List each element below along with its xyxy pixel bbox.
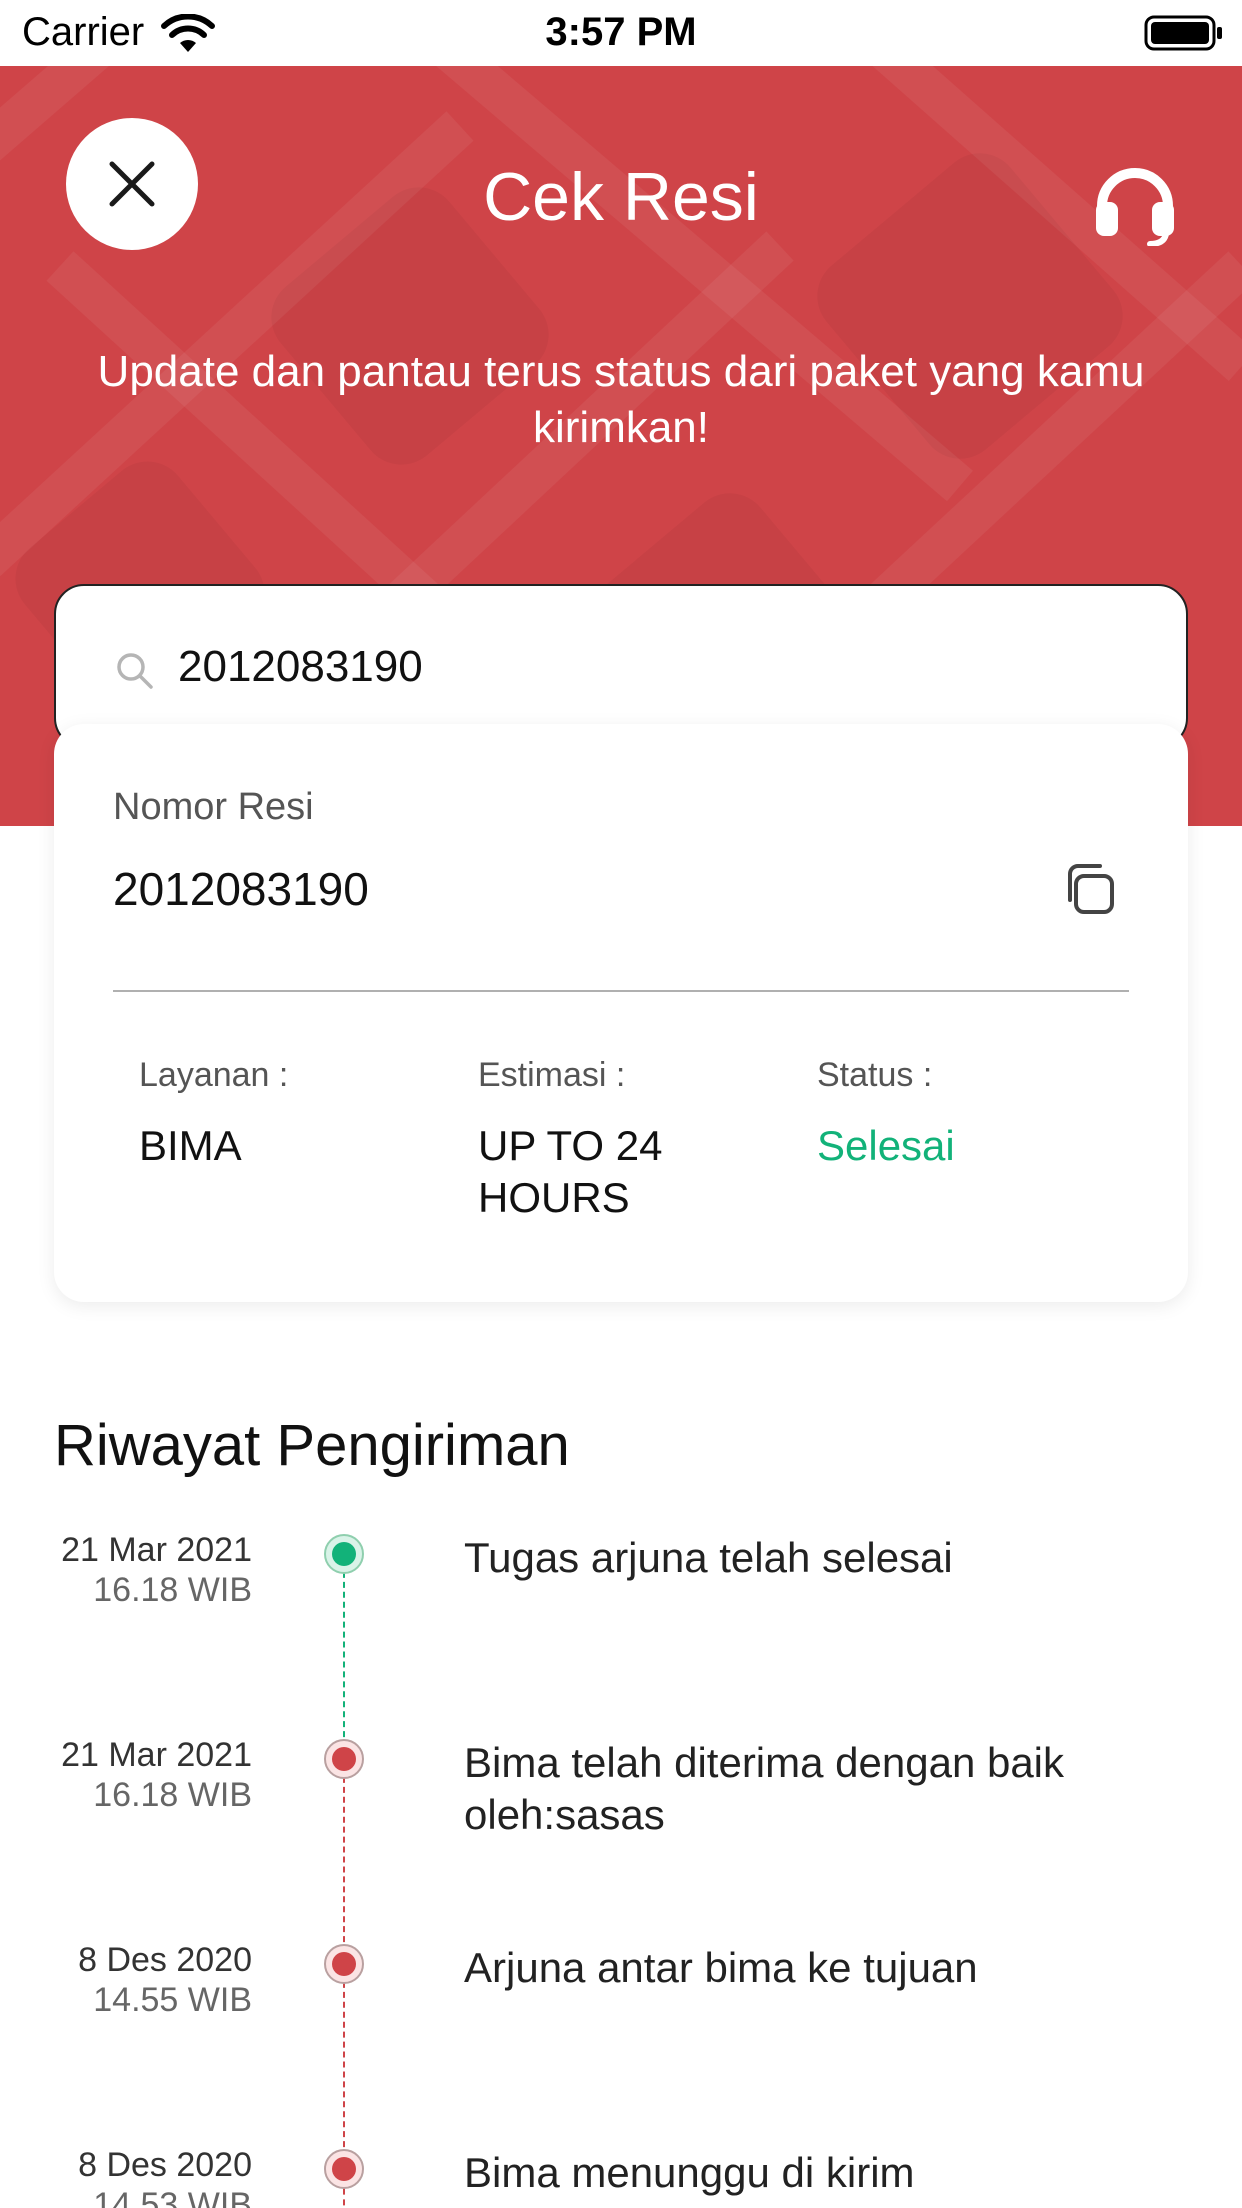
timeline-dot — [324, 1944, 364, 1984]
search-icon — [117, 653, 153, 689]
receipt-card: Nomor Resi 2012083190 Layanan : BIMA Est… — [54, 724, 1188, 1302]
history-item: 8 Des 2020 14.53 WIB Bima menunggu di ki… — [0, 2145, 1242, 2208]
history-time: 14.55 WIB — [93, 1981, 252, 2019]
status-value: Selesai — [817, 1122, 955, 1169]
estimate-label: Estimasi : — [478, 1056, 626, 1094]
status-info: Status : Selesai — [817, 1054, 1117, 1172]
timeline-dot — [324, 1739, 364, 1779]
history-text: Tugas arjuna telah selesai — [464, 1534, 953, 1581]
headset-icon[interactable] — [1090, 154, 1180, 246]
history-time: 14.53 WIB — [93, 2186, 252, 2208]
history-item: 21 Mar 2021 16.18 WIB Tugas arjuna telah… — [0, 1530, 1242, 1757]
history-date: 21 Mar 2021 — [61, 1531, 252, 1569]
history-date: 8 Des 2020 — [78, 1941, 252, 1979]
history-item: 21 Mar 2021 16.18 WIB Bima telah diterim… — [0, 1735, 1242, 1962]
history-time: 16.18 WIB — [93, 1776, 252, 1814]
history-date: 21 Mar 2021 — [61, 1736, 252, 1774]
header-subtitle: Update dan pantau terus status dari pake… — [97, 347, 1145, 452]
header: Cek Resi Update dan pantau terus status … — [0, 66, 1242, 826]
page-title: Cek Resi — [483, 159, 759, 235]
timeline-dot — [324, 2149, 364, 2189]
estimate-value: UP TO 24 HOURS — [478, 1122, 663, 1221]
history-date: 8 Des 2020 — [78, 2146, 252, 2184]
search-value: 2012083190 — [178, 642, 423, 691]
clock: 3:57 PM — [545, 10, 697, 54]
estimate-info: Estimasi : UP TO 24 HOURS — [478, 1054, 758, 1224]
timeline-connector — [343, 1757, 345, 1962]
status-bar: Carrier 3:57 PM — [0, 0, 1242, 66]
timeline-dot-done — [324, 1534, 364, 1574]
history-item: 8 Des 2020 14.55 WIB Arjuna antar bima k… — [0, 1940, 1242, 2167]
receipt-number: 2012083190 — [113, 863, 369, 915]
history-time: 16.18 WIB — [93, 1571, 252, 1609]
service-label: Layanan : — [139, 1056, 289, 1094]
battery-icon — [1144, 15, 1222, 51]
service-value: BIMA — [139, 1122, 242, 1169]
history-text: Arjuna antar bima ke tujuan — [464, 1944, 978, 1991]
history-title: Riwayat Pengiriman — [54, 1413, 570, 1478]
receipt-number-label: Nomor Resi — [113, 786, 314, 828]
status-label: Status : — [817, 1056, 933, 1094]
timeline-connector — [343, 1962, 345, 2167]
copy-icon[interactable] — [1060, 860, 1118, 918]
history-text: Bima telah diterima dengan baik oleh:sas… — [464, 1739, 1065, 1838]
timeline-connector — [343, 1552, 345, 1757]
card-divider — [113, 990, 1129, 992]
history-text: Bima menunggu di kirim — [464, 2149, 915, 2196]
service-info: Layanan : BIMA — [139, 1054, 439, 1172]
